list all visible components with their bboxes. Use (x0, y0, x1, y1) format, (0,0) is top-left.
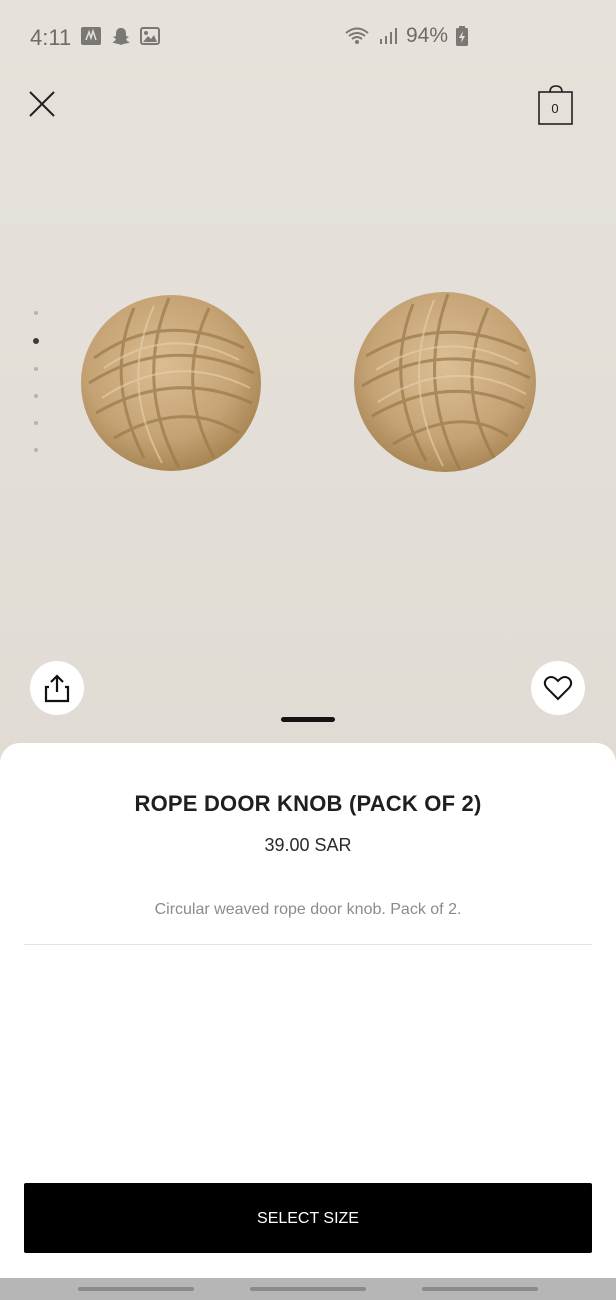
share-button[interactable] (30, 661, 84, 715)
share-icon (44, 674, 70, 703)
bag-count: 0 (551, 101, 559, 116)
status-time: 4:11 (30, 25, 72, 50)
notification-icon (81, 27, 101, 45)
system-navigation-bar (0, 1278, 616, 1300)
close-button[interactable] (24, 86, 60, 122)
product-price: 39.00 SAR (264, 835, 352, 855)
nav-recents-button[interactable] (78, 1287, 194, 1291)
close-icon (29, 91, 55, 117)
gallery-pagination[interactable] (32, 311, 40, 475)
nav-back-button[interactable] (422, 1287, 538, 1291)
select-size-button[interactable]: SELECT SIZE (24, 1183, 592, 1253)
pagination-dot-active[interactable] (33, 338, 39, 344)
pagination-dot[interactable] (34, 367, 38, 371)
battery-percent: 94% (405, 24, 448, 47)
product-title: ROPE DOOR KNOB (PACK OF 2) (134, 791, 482, 816)
system-icons: 94% (344, 24, 468, 48)
divider (24, 944, 592, 945)
wifi-icon (345, 27, 369, 44)
favorite-button[interactable] (531, 661, 585, 715)
battery-charging-icon (456, 26, 468, 46)
pagination-dot[interactable] (34, 448, 38, 452)
sheet-drag-handle[interactable] (281, 717, 335, 722)
signal-icon (379, 28, 397, 44)
status-bar: 4:11 94% (0, 0, 616, 76)
pagination-dot[interactable] (34, 311, 38, 315)
nav-home-button[interactable] (250, 1287, 366, 1291)
rope-knob-left (81, 295, 261, 471)
heart-icon (543, 676, 573, 701)
product-description: Circular weaved rope door knob. Pack of … (154, 901, 462, 918)
product-details-sheet: ROPE DOOR KNOB (PACK OF 2) 39.00 SAR Cir… (0, 743, 616, 1278)
snapchat-icon (112, 28, 130, 45)
pagination-dot[interactable] (34, 394, 38, 398)
rope-knob-right (354, 292, 536, 472)
shopping-bag-button[interactable]: 0 (538, 84, 574, 126)
pagination-dot[interactable] (34, 421, 38, 425)
gallery-icon (140, 27, 160, 45)
notification-icons (80, 26, 160, 46)
